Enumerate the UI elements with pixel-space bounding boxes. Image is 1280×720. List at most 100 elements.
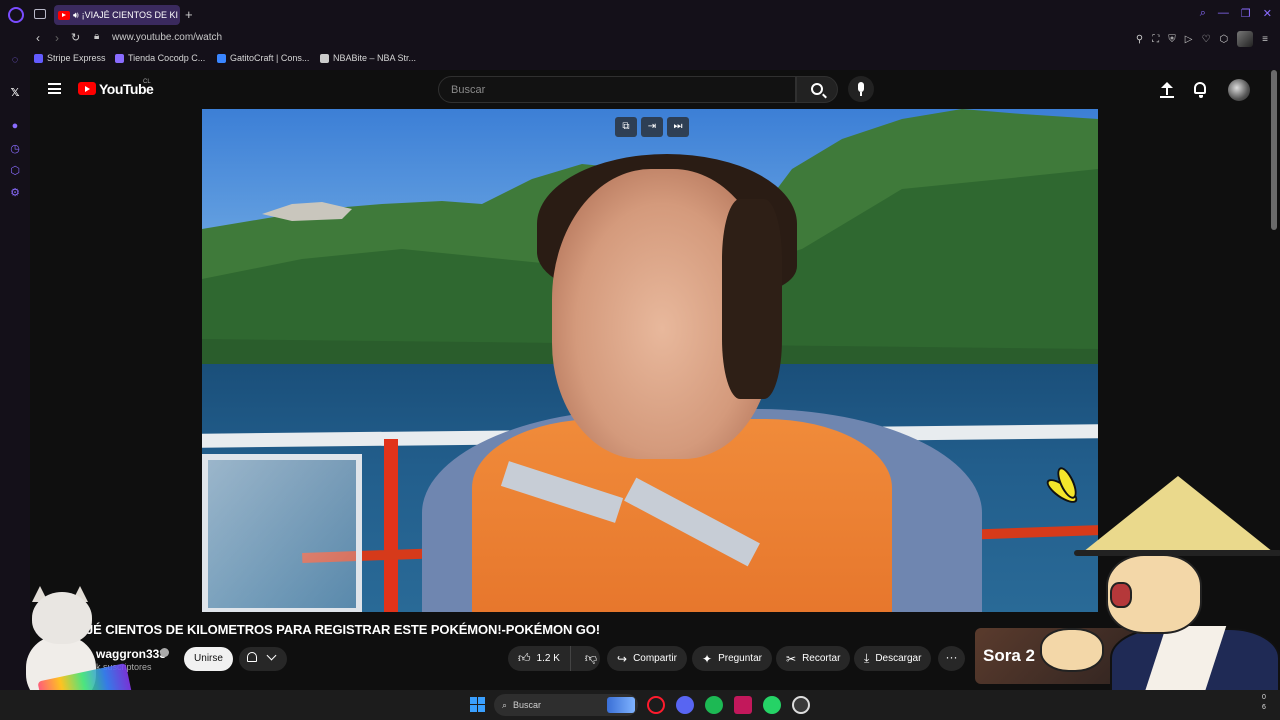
bookmarks-bar: Stripe Express Tienda Cocodp C... Gatito… xyxy=(0,50,1280,70)
windows-taskbar: ⌕ Buscar 0 6 xyxy=(0,690,1280,720)
notification-app-icon[interactable] xyxy=(792,696,810,714)
share-label: Compartir xyxy=(633,653,677,664)
clock-line: 6 xyxy=(1262,704,1266,711)
opera-gx-icon[interactable] xyxy=(647,696,665,714)
picture-in-picture-icon[interactable]: ⧉ xyxy=(615,117,637,137)
forward-icon[interactable]: › xyxy=(55,31,59,45)
gatitocraft-icon xyxy=(217,53,226,63)
lock-icon[interactable]: 🔒︎ xyxy=(94,31,99,42)
taskbar-search[interactable]: ⌕ Buscar xyxy=(494,694,638,716)
search-box xyxy=(438,76,796,103)
youtube-logo-icon[interactable] xyxy=(78,82,96,95)
clip-label: Recortar xyxy=(802,653,841,664)
window-controls: ⌕ — ❐ ✕ xyxy=(1200,7,1272,20)
send-icon[interactable]: ▷ xyxy=(1185,34,1193,45)
ask-button[interactable]: ✦ Preguntar xyxy=(692,646,772,671)
like-button[interactable]: 👍︎ 1.2 K xyxy=(508,646,571,671)
bookmark-label: NBABite – NBA Str... xyxy=(333,53,417,63)
ad-card-text: Sora 2 xyxy=(983,646,1035,665)
snapshot-icon[interactable]: ⛶ xyxy=(1152,34,1159,45)
bookmark-label: GatitoCraft | Cons... xyxy=(230,53,310,63)
youtube-favicon-icon xyxy=(58,10,70,20)
clip-button[interactable]: ✂ Recortar xyxy=(776,646,851,671)
extension-icons: ⚲ ⛶ ⛨ ▷ ♡ ⬡ ≡ xyxy=(1136,31,1268,47)
settings-icon[interactable]: ⚙ xyxy=(9,186,21,199)
bookmark-item[interactable]: Tienda Cocodp C... xyxy=(115,53,205,63)
extensions-icon[interactable]: ⬡ xyxy=(1219,34,1228,45)
taskbar-search-label: Buscar xyxy=(513,700,542,710)
cat-head xyxy=(32,592,92,644)
voice-search-button[interactable] xyxy=(848,76,874,102)
search-button[interactable] xyxy=(796,76,838,103)
download-button[interactable]: ⤓ Descargar xyxy=(854,646,932,671)
opera-logo-icon[interactable] xyxy=(8,7,24,23)
search-icon xyxy=(811,83,823,95)
whatsapp-icon[interactable] xyxy=(763,696,781,714)
bell-icon xyxy=(247,652,257,662)
like-count: 1.2 K xyxy=(536,653,560,664)
x-twitter-icon[interactable]: 𝕏 xyxy=(9,86,21,99)
bookmark-item[interactable]: NBABite – NBA Str... xyxy=(320,53,416,63)
cat-paw xyxy=(1040,628,1104,672)
profile-avatar[interactable] xyxy=(1237,31,1254,47)
share-button[interactable]: ↪ Compartir xyxy=(607,646,687,671)
history-icon[interactable]: ◷ xyxy=(9,142,21,155)
dislike-button[interactable]: 👎︎ xyxy=(577,646,605,671)
restore-icon[interactable]: ❐ xyxy=(1241,7,1251,20)
back-icon[interactable]: ‹ xyxy=(36,31,40,45)
more-actions-button[interactable]: ··· xyxy=(938,646,965,671)
nbabite-icon xyxy=(320,53,329,63)
upload-icon-base xyxy=(1160,96,1174,98)
exit-icon[interactable]: ⇥ xyxy=(641,117,663,137)
video-person-hair-side xyxy=(722,199,782,399)
search-tabs-icon[interactable]: ⌕ xyxy=(1200,7,1206,20)
bookmark-label: Stripe Express xyxy=(47,53,106,63)
search-input[interactable] xyxy=(451,83,795,96)
clock-line: 0 xyxy=(1262,694,1266,701)
search-icon: ⌕ xyxy=(502,699,508,710)
like-dislike-group: 👍︎ 1.2 K 👎︎ xyxy=(508,646,600,671)
windows-start-icon[interactable] xyxy=(470,697,485,712)
heart-icon[interactable]: ♡ xyxy=(1201,34,1210,45)
cocodp-icon xyxy=(115,53,124,63)
download-label: Descargar xyxy=(875,653,922,664)
subscription-bell-button[interactable] xyxy=(239,647,287,671)
bookmark-item[interactable]: GatitoCraft | Cons... xyxy=(217,53,309,63)
tab-islands-icon[interactable] xyxy=(34,9,46,19)
taskbar-clock[interactable]: 0 6 xyxy=(1262,693,1266,713)
speaker-icon[interactable]: 🔊︎ xyxy=(73,10,79,21)
notifications-bell-icon[interactable] xyxy=(1194,82,1206,98)
tab-title: ¡VIAJÉ CIENTOS DE KI xyxy=(81,10,179,20)
discord-icon[interactable] xyxy=(676,696,694,714)
page-scrollbar[interactable] xyxy=(1271,70,1277,230)
shield-icon[interactable]: ⛨ xyxy=(1168,34,1176,45)
straw-hat xyxy=(1078,476,1278,556)
user-avatar[interactable] xyxy=(1228,79,1250,101)
close-icon[interactable]: ✕ xyxy=(1263,7,1272,20)
browser-tab-active[interactable]: 🔊︎ ¡VIAJÉ CIENTOS DE KI xyxy=(54,5,180,25)
ask-label: Preguntar xyxy=(718,653,762,664)
hamburger-menu-icon[interactable] xyxy=(48,83,61,94)
thumbs-up-icon: 👍︎ xyxy=(518,651,531,665)
bookmark-item[interactable]: Stripe Express xyxy=(34,53,106,63)
spotify-icon[interactable] xyxy=(705,696,723,714)
aria-icon[interactable]: ◌ xyxy=(9,54,21,66)
join-button[interactable]: Unirse xyxy=(184,647,233,671)
url-field[interactable]: www.youtube.com/watch xyxy=(112,32,222,43)
pin-icon[interactable]: ⚲ xyxy=(1136,34,1143,45)
thumbs-down-icon: 👎︎ xyxy=(584,651,598,665)
app-icon[interactable] xyxy=(734,696,752,714)
reload-icon[interactable]: ↻ xyxy=(71,31,80,44)
player-overlay-controls: ⧉ ⇥ ⏭ xyxy=(615,117,689,137)
menu-icon[interactable]: ≡ xyxy=(1262,34,1268,45)
share-icon: ↪ xyxy=(617,651,628,666)
extensions-sidebar-icon[interactable]: ⬡ xyxy=(9,164,21,177)
new-tab-button[interactable]: + xyxy=(185,7,193,22)
video-title: JÉ CIENTOS DE KILOMETROS PARA REGISTRAR … xyxy=(86,622,601,637)
browser-tab-bar: 🔊︎ ¡VIAJÉ CIENTOS DE KI + ⌕ — ❐ ✕ xyxy=(0,0,1280,30)
minimize-icon[interactable]: — xyxy=(1218,7,1229,20)
video-player[interactable]: ⧉ ⇥ ⏭ xyxy=(202,109,1098,612)
address-bar: ‹ › ↻ 🔒︎ www.youtube.com/watch ⚲ ⛶ ⛨ ▷ ♡… xyxy=(0,30,1280,50)
spotify-sidebar-icon[interactable]: ● xyxy=(9,120,21,132)
next-video-icon[interactable]: ⏭ xyxy=(667,117,689,137)
